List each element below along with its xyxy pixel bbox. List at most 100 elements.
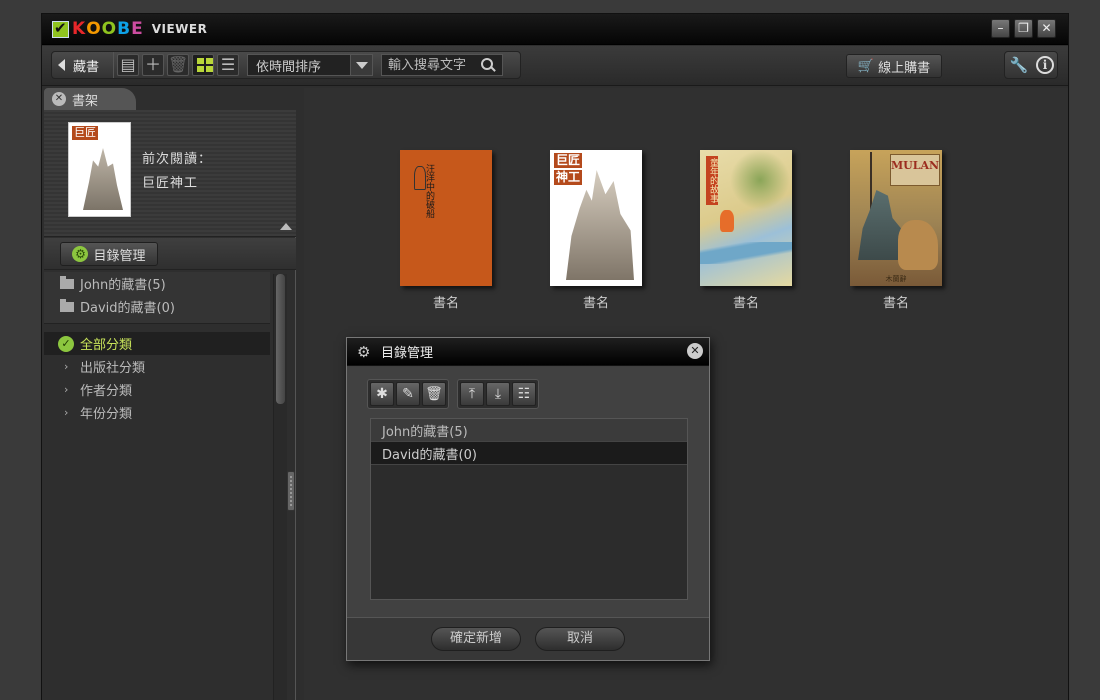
bookshelf-view-icon[interactable]: ▤ [117,54,140,76]
cover-tree [730,150,790,210]
close-tab-icon[interactable]: ✕ [52,92,66,106]
category-item-year[interactable]: › 年份分類 [44,401,270,424]
book-cover[interactable]: 童年的故事 [700,150,792,286]
category-list: ✓ 全部分類 › 出版社分類 › 作者分類 › 年份分類 [44,332,270,424]
category-management-dialog: ⚙ 目錄管理 ✕ ✱ ✎ 🗑 ⤒ ⤓ ☷ John的藏書(5) David的藏書… [346,337,710,661]
logo-viewer-text: VIEWER [151,22,208,36]
folder-item[interactable]: John的藏書(5) [44,272,270,295]
new-folder-icon[interactable]: ✱ [370,382,394,406]
book-item[interactable]: 童年的故事 書名 [700,150,792,311]
window-controls: – ❐ ✕ [991,19,1056,38]
add-icon[interactable]: ＋ [142,54,165,76]
book-name: 書名 [882,296,909,311]
order-tools-group: ⤒ ⤓ ☷ [457,379,539,409]
list-item[interactable]: David的藏書(0) [371,442,687,465]
cover-title: 汪洋中的破船 [424,164,434,218]
cover-subtitle: 木蘭辭 [885,275,907,283]
cover-title-line2: 神工 [554,170,583,185]
title-bar: KOOBE VIEWER – ❐ ✕ [42,14,1068,45]
book-item[interactable]: MULAN 木蘭辭 書名 [850,150,942,311]
recent-reading-panel: 巨匠 前次閱讀： 巨匠神工 [44,110,296,237]
folder-icon [60,275,74,289]
category-item-author[interactable]: › 作者分類 [44,378,270,401]
list-item-label: David的藏書(0) [382,447,477,463]
folder-icon [60,298,74,312]
grid-view-icon[interactable] [192,54,215,76]
cover-river [700,242,792,264]
check-circle-icon: ✓ [58,335,74,352]
move-down-icon[interactable]: ⤓ [486,382,510,406]
recent-cover-title: 巨匠 [72,126,98,140]
close-window-button[interactable]: ✕ [1037,19,1056,38]
recent-reading-label: 前次閱讀： [142,152,213,167]
book-cover[interactable]: 汪洋中的破船 [400,150,492,286]
cover-horse [898,220,938,270]
cover-figure [720,210,734,232]
restore-button[interactable]: ❐ [1014,19,1033,38]
back-button[interactable]: 藏書 [52,52,115,78]
main-toolbar: 藏書 ▤ ＋ 🗑 ☰ 依時間排序 🛒 線上購書 🔧 i [42,46,1068,86]
move-up-icon[interactable]: ⤒ [460,382,484,406]
chevron-down-icon [350,55,373,75]
category-label: 作者分類 [80,384,133,399]
gear-icon: ⚙ [357,342,371,361]
category-management-label: 目錄管理 [93,248,146,264]
chevron-right-icon: › [64,360,69,373]
category-item-all[interactable]: ✓ 全部分類 [44,332,270,355]
dialog-title-bar: ⚙ 目錄管理 ✕ [347,338,709,366]
book-cover[interactable]: 巨匠 神工 [550,150,642,286]
book-item[interactable]: 巨匠 神工 書名 [550,150,642,311]
recent-cover-illustration [83,148,123,210]
cover-title: 童年的故事 [706,156,718,205]
recent-book-title[interactable]: 巨匠神工 [142,172,198,191]
dialog-close-icon[interactable]: ✕ [687,343,703,359]
book-name: 書名 [732,296,759,311]
logo-letter: B [117,19,131,39]
category-label: 出版社分類 [80,361,146,376]
online-shop-label: 線上購書 [878,60,931,76]
delete-icon[interactable]: 🗑 [167,54,190,76]
confirm-add-button[interactable]: 確定新增 [431,627,521,651]
online-shop-button[interactable]: 🛒 線上購書 [846,54,942,78]
info-icon[interactable]: i [1036,56,1054,74]
cancel-button[interactable]: 取消 [535,627,625,651]
cover-illustration [566,170,634,280]
category-management-button[interactable]: ⚙ 目錄管理 [60,242,158,266]
tab-bookshelf[interactable]: ✕ 書架 [44,88,136,110]
logo-letter: K [72,19,86,39]
gear-icon: ⚙ [72,246,89,262]
dialog-toolbar: ✱ ✎ 🗑 ⤒ ⤓ ☷ [367,379,539,409]
koobe-logo: KOOBE VIEWER [52,19,207,39]
back-arrow-icon [58,59,65,71]
folder-item[interactable]: David的藏書(0) [44,295,270,318]
category-item-publisher[interactable]: › 出版社分類 [44,355,270,378]
logo-letter: O [101,19,117,39]
book-item[interactable]: 汪洋中的破船 書名 [400,150,492,311]
minimize-button[interactable]: – [991,19,1010,38]
wrench-icon[interactable]: 🔧 [1008,54,1030,76]
sort-dropdown-value: 依時間排序 [256,59,322,75]
category-label: 年份分類 [80,407,133,422]
search-icon[interactable] [478,55,498,75]
collapse-up-icon[interactable] [280,223,292,230]
recent-book-cover[interactable]: 巨匠 [68,122,131,217]
folder-label: David的藏書(0) [80,301,175,316]
category-label: 全部分類 [80,338,133,353]
book-cover[interactable]: MULAN 木蘭辭 [850,150,942,286]
sidebar-resize-handle[interactable] [287,471,295,511]
sidebar: 巨匠 前次閱讀： 巨匠神工 ⚙ 目錄管理 John的藏書(5) David的藏書… [44,110,296,700]
logo-check-icon [52,19,69,38]
sort-list-icon[interactable]: ☷ [512,382,536,406]
sort-dropdown[interactable]: 依時間排序 [247,54,374,76]
cart-icon: 🛒 [857,58,875,74]
list-item[interactable]: John的藏書(5) [371,419,687,442]
logo-letter: E [131,19,143,39]
chevron-right-icon: › [64,406,69,419]
search-input[interactable] [382,55,479,75]
edit-icon[interactable]: ✎ [396,382,420,406]
list-view-icon[interactable]: ☰ [217,54,240,76]
sidebar-scrollbar[interactable] [273,274,287,700]
back-button-label: 藏書 [73,59,100,75]
trash-icon[interactable]: 🗑 [422,382,446,406]
sidebar-scrollbar-thumb[interactable] [276,274,285,404]
